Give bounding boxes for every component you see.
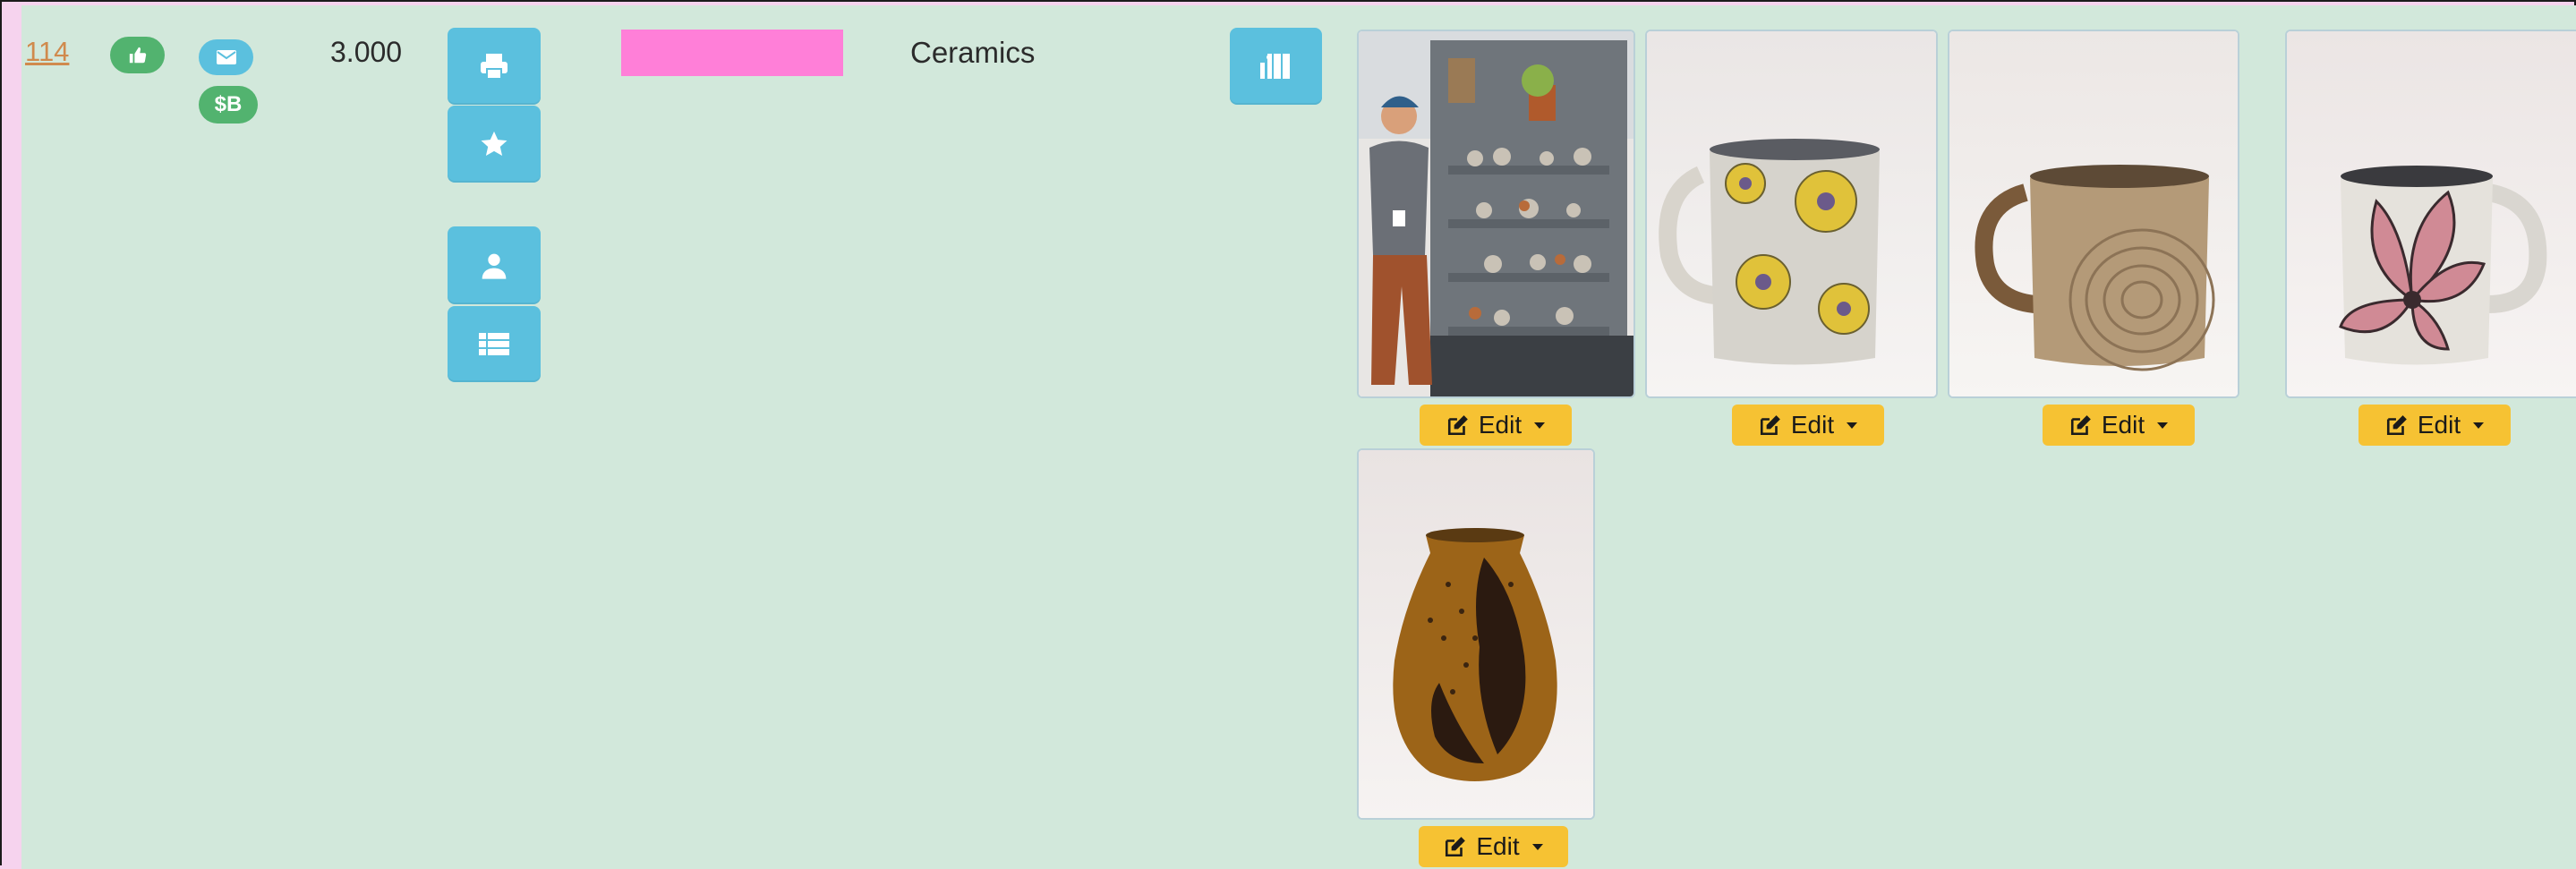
caret-down-icon bbox=[2157, 422, 2169, 429]
edit-dropdown-vase[interactable]: Edit bbox=[1419, 826, 1568, 867]
edit-dropdown-booth[interactable]: Edit bbox=[1420, 405, 1572, 446]
edit-icon bbox=[2070, 415, 2091, 436]
edit-icon bbox=[1447, 415, 1468, 436]
page-frame: 114 $B 3.000 Ceramics Edit Edit Edit Edi… bbox=[0, 0, 2576, 869]
gallery-image-carved-mug[interactable] bbox=[1948, 30, 2239, 398]
gallery-image-booth[interactable] bbox=[1357, 30, 1635, 398]
edit-label: Edit bbox=[2417, 411, 2461, 439]
edit-label: Edit bbox=[1790, 411, 1835, 439]
print-icon bbox=[481, 54, 508, 80]
edit-icon bbox=[1760, 415, 1780, 436]
edit-dropdown-flower-mug[interactable]: Edit bbox=[2358, 405, 2511, 446]
payment-badge[interactable]: $B bbox=[199, 86, 258, 124]
booth-button[interactable] bbox=[1230, 28, 1322, 105]
user-icon bbox=[482, 253, 507, 279]
payment-badge-label: $B bbox=[214, 92, 243, 116]
edit-label: Edit bbox=[1476, 832, 1520, 860]
approve-badge[interactable] bbox=[110, 37, 165, 73]
caret-down-icon bbox=[2473, 422, 2485, 429]
caret-down-icon bbox=[1534, 422, 1546, 429]
edit-dropdown-carved-mug[interactable]: Edit bbox=[2043, 405, 2195, 446]
gallery-image-flower-mug[interactable] bbox=[2285, 30, 2576, 398]
edit-label: Edit bbox=[2101, 411, 2145, 439]
envelope-icon bbox=[216, 50, 236, 64]
thumbs-up-icon bbox=[129, 47, 146, 63]
color-swatch bbox=[621, 30, 843, 76]
caret-down-icon bbox=[1847, 422, 1858, 429]
score-value: 3.000 bbox=[330, 36, 403, 68]
caret-down-icon bbox=[1531, 843, 1543, 850]
list-icon bbox=[479, 332, 509, 355]
details-list-button[interactable] bbox=[448, 306, 541, 382]
booth-icon bbox=[1259, 54, 1290, 79]
submission-row: 114 $B 3.000 Ceramics Edit Edit Edit Edi… bbox=[21, 5, 2576, 869]
gallery-image-vase[interactable] bbox=[1357, 448, 1595, 820]
category-label: Ceramics bbox=[910, 36, 1036, 69]
edit-icon bbox=[1446, 837, 1466, 857]
email-badge[interactable] bbox=[199, 39, 253, 75]
gallery-image-sunflower-mug[interactable] bbox=[1645, 30, 1938, 398]
edit-dropdown-sunflower-mug[interactable]: Edit bbox=[1732, 405, 1884, 446]
application-id-link[interactable]: 114 bbox=[25, 36, 69, 68]
print-button[interactable] bbox=[448, 28, 541, 105]
edit-label: Edit bbox=[1478, 411, 1523, 439]
artist-profile-button[interactable] bbox=[448, 226, 541, 304]
edit-icon bbox=[2386, 415, 2407, 436]
favorite-button[interactable] bbox=[448, 106, 541, 183]
star-icon bbox=[481, 131, 508, 157]
